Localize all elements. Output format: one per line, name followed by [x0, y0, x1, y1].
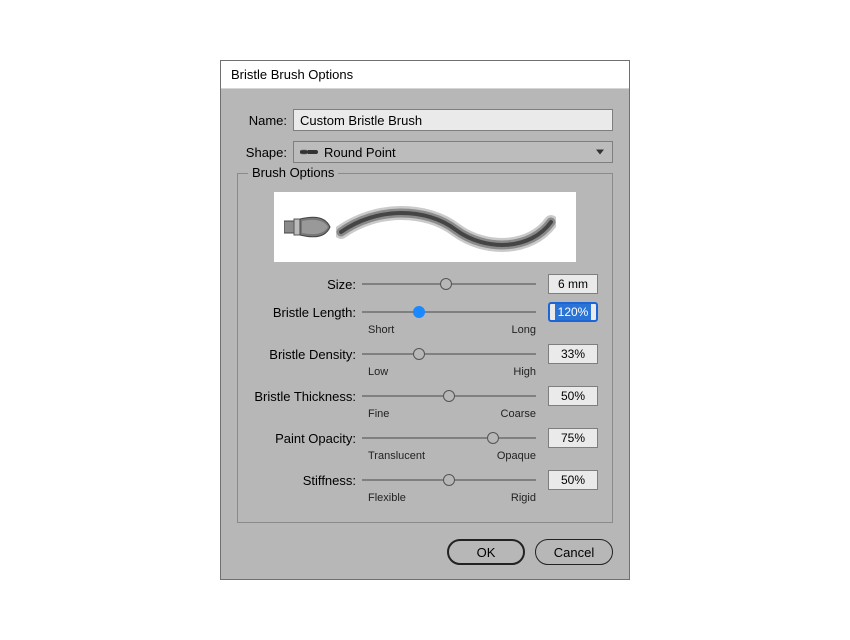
size-value-input[interactable]: 6 mm [548, 274, 598, 294]
length-slider-row: Bristle Length: 120% [252, 302, 598, 322]
density-slider-thumb[interactable] [413, 348, 425, 360]
density-range-low: Low [368, 366, 388, 378]
shape-select[interactable]: Round Point [293, 141, 613, 163]
size-slider[interactable] [362, 274, 536, 294]
dialog-buttons: OK Cancel [237, 539, 613, 565]
density-label: Bristle Density: [252, 347, 362, 362]
density-slider-row: Bristle Density: 33% [252, 344, 598, 364]
name-input[interactable] [293, 109, 613, 131]
brush-tip-icon [284, 209, 332, 245]
stiffness-value-input[interactable]: 50% [548, 470, 598, 490]
name-row: Name: [237, 109, 613, 131]
stiffness-label: Stiffness: [252, 473, 362, 488]
size-value-text: 6 mm [558, 277, 588, 291]
cancel-button[interactable]: Cancel [535, 539, 613, 565]
length-slider-thumb[interactable] [413, 306, 425, 318]
fieldset-legend: Brush Options [248, 165, 338, 180]
opacity-slider-row: Paint Opacity: 75% [252, 428, 598, 448]
length-value-text: 120% [555, 304, 592, 320]
density-range-labels: Low High [368, 366, 536, 378]
size-slider-row: Size: 6 mm [252, 274, 598, 294]
length-range-low: Short [368, 324, 394, 336]
ok-button[interactable]: OK [447, 539, 525, 565]
thickness-slider-row: Bristle Thickness: 50% [252, 386, 598, 406]
thickness-range-low: Fine [368, 408, 389, 420]
size-label: Size: [252, 277, 362, 292]
opacity-slider[interactable] [362, 428, 536, 448]
thickness-range-high: Coarse [501, 408, 536, 420]
thickness-range-labels: Fine Coarse [368, 408, 536, 420]
opacity-value-text: 75% [561, 431, 585, 445]
density-slider[interactable] [362, 344, 536, 364]
bristle-brush-options-dialog: Bristle Brush Options Name: Shape: Round… [220, 60, 630, 580]
stiffness-range-labels: Flexible Rigid [368, 492, 536, 504]
stiffness-slider-thumb[interactable] [443, 474, 455, 486]
dialog-body: Name: Shape: Round Point Brush Options [221, 89, 629, 579]
opacity-range-labels: Translucent Opaque [368, 450, 536, 462]
stiffness-slider[interactable] [362, 470, 536, 490]
thickness-value-text: 50% [561, 389, 585, 403]
length-range-high: Long [512, 324, 536, 336]
length-slider[interactable] [362, 302, 536, 322]
stroke-preview-icon [336, 202, 556, 252]
opacity-range-high: Opaque [497, 450, 536, 462]
length-value-input[interactable]: 120% [548, 302, 598, 322]
stiffness-range-low: Flexible [368, 492, 406, 504]
stiffness-value-text: 50% [561, 473, 585, 487]
brush-preview [274, 192, 576, 262]
density-value-text: 33% [561, 347, 585, 361]
density-value-input[interactable]: 33% [548, 344, 598, 364]
stiffness-slider-row: Stiffness: 50% [252, 470, 598, 490]
thickness-slider[interactable] [362, 386, 536, 406]
dialog-title: Bristle Brush Options [221, 61, 629, 89]
thickness-slider-thumb[interactable] [443, 390, 455, 402]
chevron-down-icon [596, 150, 604, 155]
stiffness-range-high: Rigid [511, 492, 536, 504]
brush-options-fieldset: Brush Options Size:6 mmBristle Length:12… [237, 173, 613, 523]
length-label: Bristle Length: [252, 305, 362, 320]
thickness-label: Bristle Thickness: [252, 389, 362, 404]
size-slider-thumb[interactable] [440, 278, 452, 290]
thickness-value-input[interactable]: 50% [548, 386, 598, 406]
shape-label: Shape: [237, 145, 287, 160]
shape-value: Round Point [324, 145, 396, 160]
opacity-range-low: Translucent [368, 450, 425, 462]
length-range-labels: Short Long [368, 324, 536, 336]
name-label: Name: [237, 113, 287, 128]
opacity-value-input[interactable]: 75% [548, 428, 598, 448]
round-point-icon [300, 147, 320, 157]
density-range-high: High [513, 366, 536, 378]
opacity-label: Paint Opacity: [252, 431, 362, 446]
opacity-slider-thumb[interactable] [487, 432, 499, 444]
shape-row: Shape: Round Point [237, 141, 613, 163]
